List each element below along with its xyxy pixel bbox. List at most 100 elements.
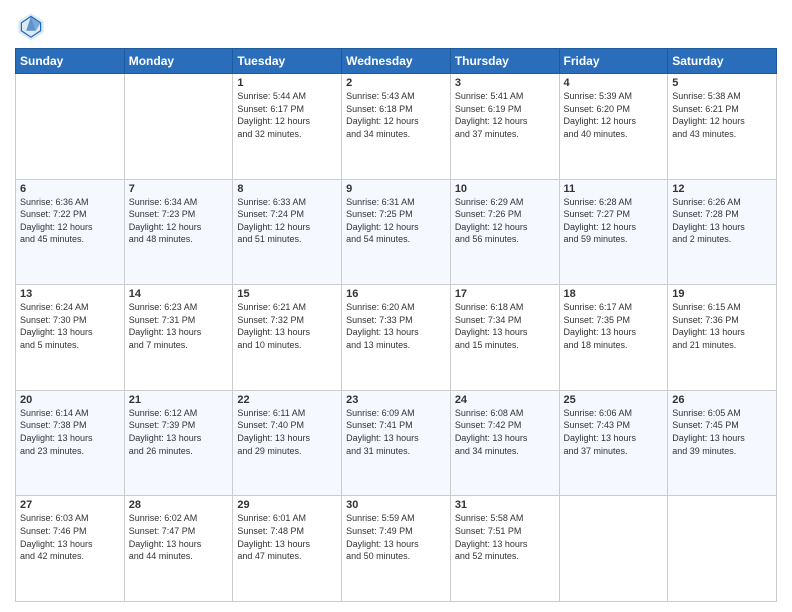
day-number: 21 [129,394,229,406]
day-info: Sunrise: 5:38 AM Sunset: 6:21 PM Dayligh… [672,90,772,140]
day-number: 1 [237,77,337,89]
calendar-cell: 25Sunrise: 6:06 AM Sunset: 7:43 PM Dayli… [559,390,668,496]
day-number: 20 [20,394,120,406]
day-number: 6 [20,183,120,195]
calendar-week-row: 27Sunrise: 6:03 AM Sunset: 7:46 PM Dayli… [16,496,777,602]
day-info: Sunrise: 6:03 AM Sunset: 7:46 PM Dayligh… [20,512,120,562]
calendar-week-row: 13Sunrise: 6:24 AM Sunset: 7:30 PM Dayli… [16,285,777,391]
day-number: 29 [237,499,337,511]
day-number: 30 [346,499,446,511]
calendar-cell: 17Sunrise: 6:18 AM Sunset: 7:34 PM Dayli… [450,285,559,391]
calendar-cell: 16Sunrise: 6:20 AM Sunset: 7:33 PM Dayli… [342,285,451,391]
day-number: 28 [129,499,229,511]
calendar-cell: 3Sunrise: 5:41 AM Sunset: 6:19 PM Daylig… [450,74,559,180]
day-info: Sunrise: 5:58 AM Sunset: 7:51 PM Dayligh… [455,512,555,562]
calendar-cell: 15Sunrise: 6:21 AM Sunset: 7:32 PM Dayli… [233,285,342,391]
day-number: 12 [672,183,772,195]
calendar-cell [16,74,125,180]
calendar-cell: 6Sunrise: 6:36 AM Sunset: 7:22 PM Daylig… [16,179,125,285]
day-number: 31 [455,499,555,511]
calendar-cell: 28Sunrise: 6:02 AM Sunset: 7:47 PM Dayli… [124,496,233,602]
weekday-header-wednesday: Wednesday [342,49,451,74]
weekday-header-sunday: Sunday [16,49,125,74]
calendar-cell: 9Sunrise: 6:31 AM Sunset: 7:25 PM Daylig… [342,179,451,285]
calendar-cell [668,496,777,602]
calendar-cell: 30Sunrise: 5:59 AM Sunset: 7:49 PM Dayli… [342,496,451,602]
day-info: Sunrise: 6:12 AM Sunset: 7:39 PM Dayligh… [129,407,229,457]
day-info: Sunrise: 6:17 AM Sunset: 7:35 PM Dayligh… [564,301,664,351]
calendar-week-row: 20Sunrise: 6:14 AM Sunset: 7:38 PM Dayli… [16,390,777,496]
day-info: Sunrise: 6:34 AM Sunset: 7:23 PM Dayligh… [129,196,229,246]
day-number: 4 [564,77,664,89]
day-info: Sunrise: 5:39 AM Sunset: 6:20 PM Dayligh… [564,90,664,140]
calendar-cell: 21Sunrise: 6:12 AM Sunset: 7:39 PM Dayli… [124,390,233,496]
calendar-cell: 7Sunrise: 6:34 AM Sunset: 7:23 PM Daylig… [124,179,233,285]
day-number: 10 [455,183,555,195]
calendar-cell: 4Sunrise: 5:39 AM Sunset: 6:20 PM Daylig… [559,74,668,180]
day-info: Sunrise: 6:31 AM Sunset: 7:25 PM Dayligh… [346,196,446,246]
day-info: Sunrise: 5:59 AM Sunset: 7:49 PM Dayligh… [346,512,446,562]
calendar-week-row: 6Sunrise: 6:36 AM Sunset: 7:22 PM Daylig… [16,179,777,285]
calendar-cell: 31Sunrise: 5:58 AM Sunset: 7:51 PM Dayli… [450,496,559,602]
calendar-cell: 18Sunrise: 6:17 AM Sunset: 7:35 PM Dayli… [559,285,668,391]
day-number: 3 [455,77,555,89]
calendar-cell: 24Sunrise: 6:08 AM Sunset: 7:42 PM Dayli… [450,390,559,496]
weekday-header-friday: Friday [559,49,668,74]
day-number: 15 [237,288,337,300]
day-info: Sunrise: 5:43 AM Sunset: 6:18 PM Dayligh… [346,90,446,140]
day-number: 9 [346,183,446,195]
day-info: Sunrise: 6:14 AM Sunset: 7:38 PM Dayligh… [20,407,120,457]
day-number: 5 [672,77,772,89]
day-info: Sunrise: 6:11 AM Sunset: 7:40 PM Dayligh… [237,407,337,457]
calendar-cell: 19Sunrise: 6:15 AM Sunset: 7:36 PM Dayli… [668,285,777,391]
day-number: 13 [20,288,120,300]
day-info: Sunrise: 6:05 AM Sunset: 7:45 PM Dayligh… [672,407,772,457]
day-info: Sunrise: 6:06 AM Sunset: 7:43 PM Dayligh… [564,407,664,457]
day-number: 24 [455,394,555,406]
day-number: 27 [20,499,120,511]
calendar-cell: 26Sunrise: 6:05 AM Sunset: 7:45 PM Dayli… [668,390,777,496]
weekday-header-saturday: Saturday [668,49,777,74]
day-info: Sunrise: 6:01 AM Sunset: 7:48 PM Dayligh… [237,512,337,562]
day-number: 23 [346,394,446,406]
day-number: 2 [346,77,446,89]
calendar-cell: 12Sunrise: 6:26 AM Sunset: 7:28 PM Dayli… [668,179,777,285]
day-info: Sunrise: 6:24 AM Sunset: 7:30 PM Dayligh… [20,301,120,351]
day-info: Sunrise: 6:02 AM Sunset: 7:47 PM Dayligh… [129,512,229,562]
calendar-cell [559,496,668,602]
day-number: 18 [564,288,664,300]
logo-icon [15,10,47,42]
day-number: 8 [237,183,337,195]
day-info: Sunrise: 5:41 AM Sunset: 6:19 PM Dayligh… [455,90,555,140]
calendar-cell: 1Sunrise: 5:44 AM Sunset: 6:17 PM Daylig… [233,74,342,180]
header [15,10,777,42]
calendar-cell: 2Sunrise: 5:43 AM Sunset: 6:18 PM Daylig… [342,74,451,180]
day-info: Sunrise: 6:23 AM Sunset: 7:31 PM Dayligh… [129,301,229,351]
calendar-cell: 8Sunrise: 6:33 AM Sunset: 7:24 PM Daylig… [233,179,342,285]
weekday-header-row: SundayMondayTuesdayWednesdayThursdayFrid… [16,49,777,74]
day-info: Sunrise: 6:29 AM Sunset: 7:26 PM Dayligh… [455,196,555,246]
day-info: Sunrise: 6:20 AM Sunset: 7:33 PM Dayligh… [346,301,446,351]
day-number: 16 [346,288,446,300]
calendar-cell: 10Sunrise: 6:29 AM Sunset: 7:26 PM Dayli… [450,179,559,285]
day-info: Sunrise: 6:18 AM Sunset: 7:34 PM Dayligh… [455,301,555,351]
logo [15,10,51,42]
day-number: 25 [564,394,664,406]
day-info: Sunrise: 6:08 AM Sunset: 7:42 PM Dayligh… [455,407,555,457]
day-number: 26 [672,394,772,406]
calendar-cell: 11Sunrise: 6:28 AM Sunset: 7:27 PM Dayli… [559,179,668,285]
page: SundayMondayTuesdayWednesdayThursdayFrid… [0,0,792,612]
day-info: Sunrise: 6:21 AM Sunset: 7:32 PM Dayligh… [237,301,337,351]
calendar-cell: 22Sunrise: 6:11 AM Sunset: 7:40 PM Dayli… [233,390,342,496]
day-info: Sunrise: 6:33 AM Sunset: 7:24 PM Dayligh… [237,196,337,246]
day-info: Sunrise: 6:09 AM Sunset: 7:41 PM Dayligh… [346,407,446,457]
day-info: Sunrise: 6:15 AM Sunset: 7:36 PM Dayligh… [672,301,772,351]
day-info: Sunrise: 6:36 AM Sunset: 7:22 PM Dayligh… [20,196,120,246]
calendar-cell: 20Sunrise: 6:14 AM Sunset: 7:38 PM Dayli… [16,390,125,496]
calendar-cell: 27Sunrise: 6:03 AM Sunset: 7:46 PM Dayli… [16,496,125,602]
calendar-cell: 13Sunrise: 6:24 AM Sunset: 7:30 PM Dayli… [16,285,125,391]
calendar-week-row: 1Sunrise: 5:44 AM Sunset: 6:17 PM Daylig… [16,74,777,180]
calendar-cell: 29Sunrise: 6:01 AM Sunset: 7:48 PM Dayli… [233,496,342,602]
day-number: 11 [564,183,664,195]
day-number: 22 [237,394,337,406]
